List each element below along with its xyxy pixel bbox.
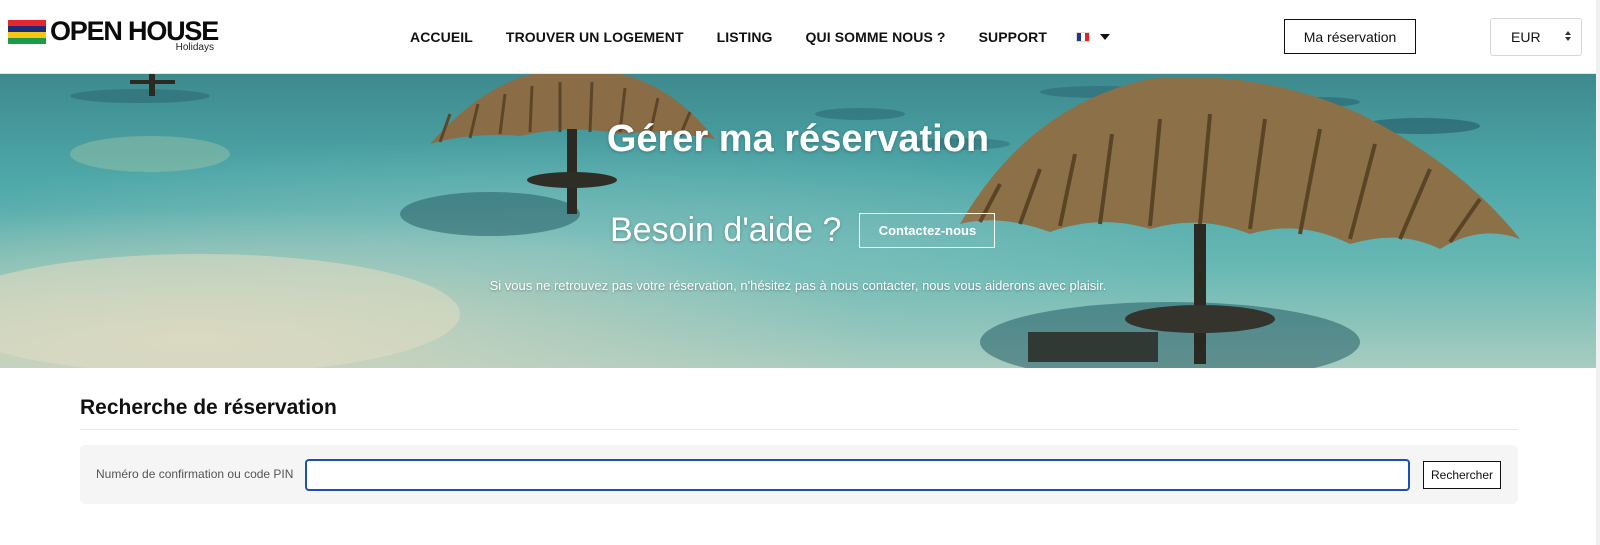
nav-item-support[interactable]: SUPPORT [979,29,1047,45]
help-row: Besoin d'aide ? Contactez-nous [610,210,996,249]
currency-selected-value: EUR [1511,29,1541,45]
search-section-title: Recherche de réservation [80,396,337,419]
nav-item-trouver-un-logement[interactable]: TROUVER UN LOGEMENT [506,29,684,45]
section-divider [80,429,1518,430]
currency-select[interactable]: EUR [1490,18,1582,56]
confirmation-number-label: Numéro de confirmation ou code PIN [96,467,294,481]
nav-item-listing[interactable]: LISTING [717,29,773,45]
language-selector[interactable] [1075,31,1110,42]
window-scrollbar[interactable] [1596,0,1600,545]
hero-banner: Gérer ma réservation Besoin d'aide ? Con… [0,74,1596,368]
france-flag-icon [1075,31,1090,42]
hero-subtitle: Si vous ne retrouvez pas votre réservati… [489,278,1107,293]
search-button[interactable]: Rechercher [1423,461,1501,489]
nav-item-qui-somme-nous[interactable]: QUI SOMME NOUS ? [806,29,946,45]
site-logo[interactable]: OPEN HOUSE Holidays [8,16,219,54]
my-reservation-button[interactable]: Ma réservation [1284,19,1416,54]
contact-us-button[interactable]: Contactez-nous [859,212,996,248]
logo-tagline: Holidays [175,42,214,53]
main-nav: ACCUEIL TROUVER UN LOGEMENT LISTING QUI … [410,0,1110,73]
help-heading: Besoin d'aide ? [610,210,842,249]
chevron-down-icon [1099,33,1110,40]
nav-item-accueil[interactable]: ACCUEIL [410,29,473,45]
reservation-search-panel: Numéro de confirmation ou code PIN Reche… [80,445,1518,504]
page-title: Gérer ma réservation [606,118,990,160]
select-arrows-icon [1565,31,1571,41]
site-header: OPEN HOUSE Holidays ACCUEIL TROUVER UN L… [0,0,1600,74]
confirmation-number-input[interactable] [305,459,1410,491]
mauritius-flag-icon [8,20,46,44]
